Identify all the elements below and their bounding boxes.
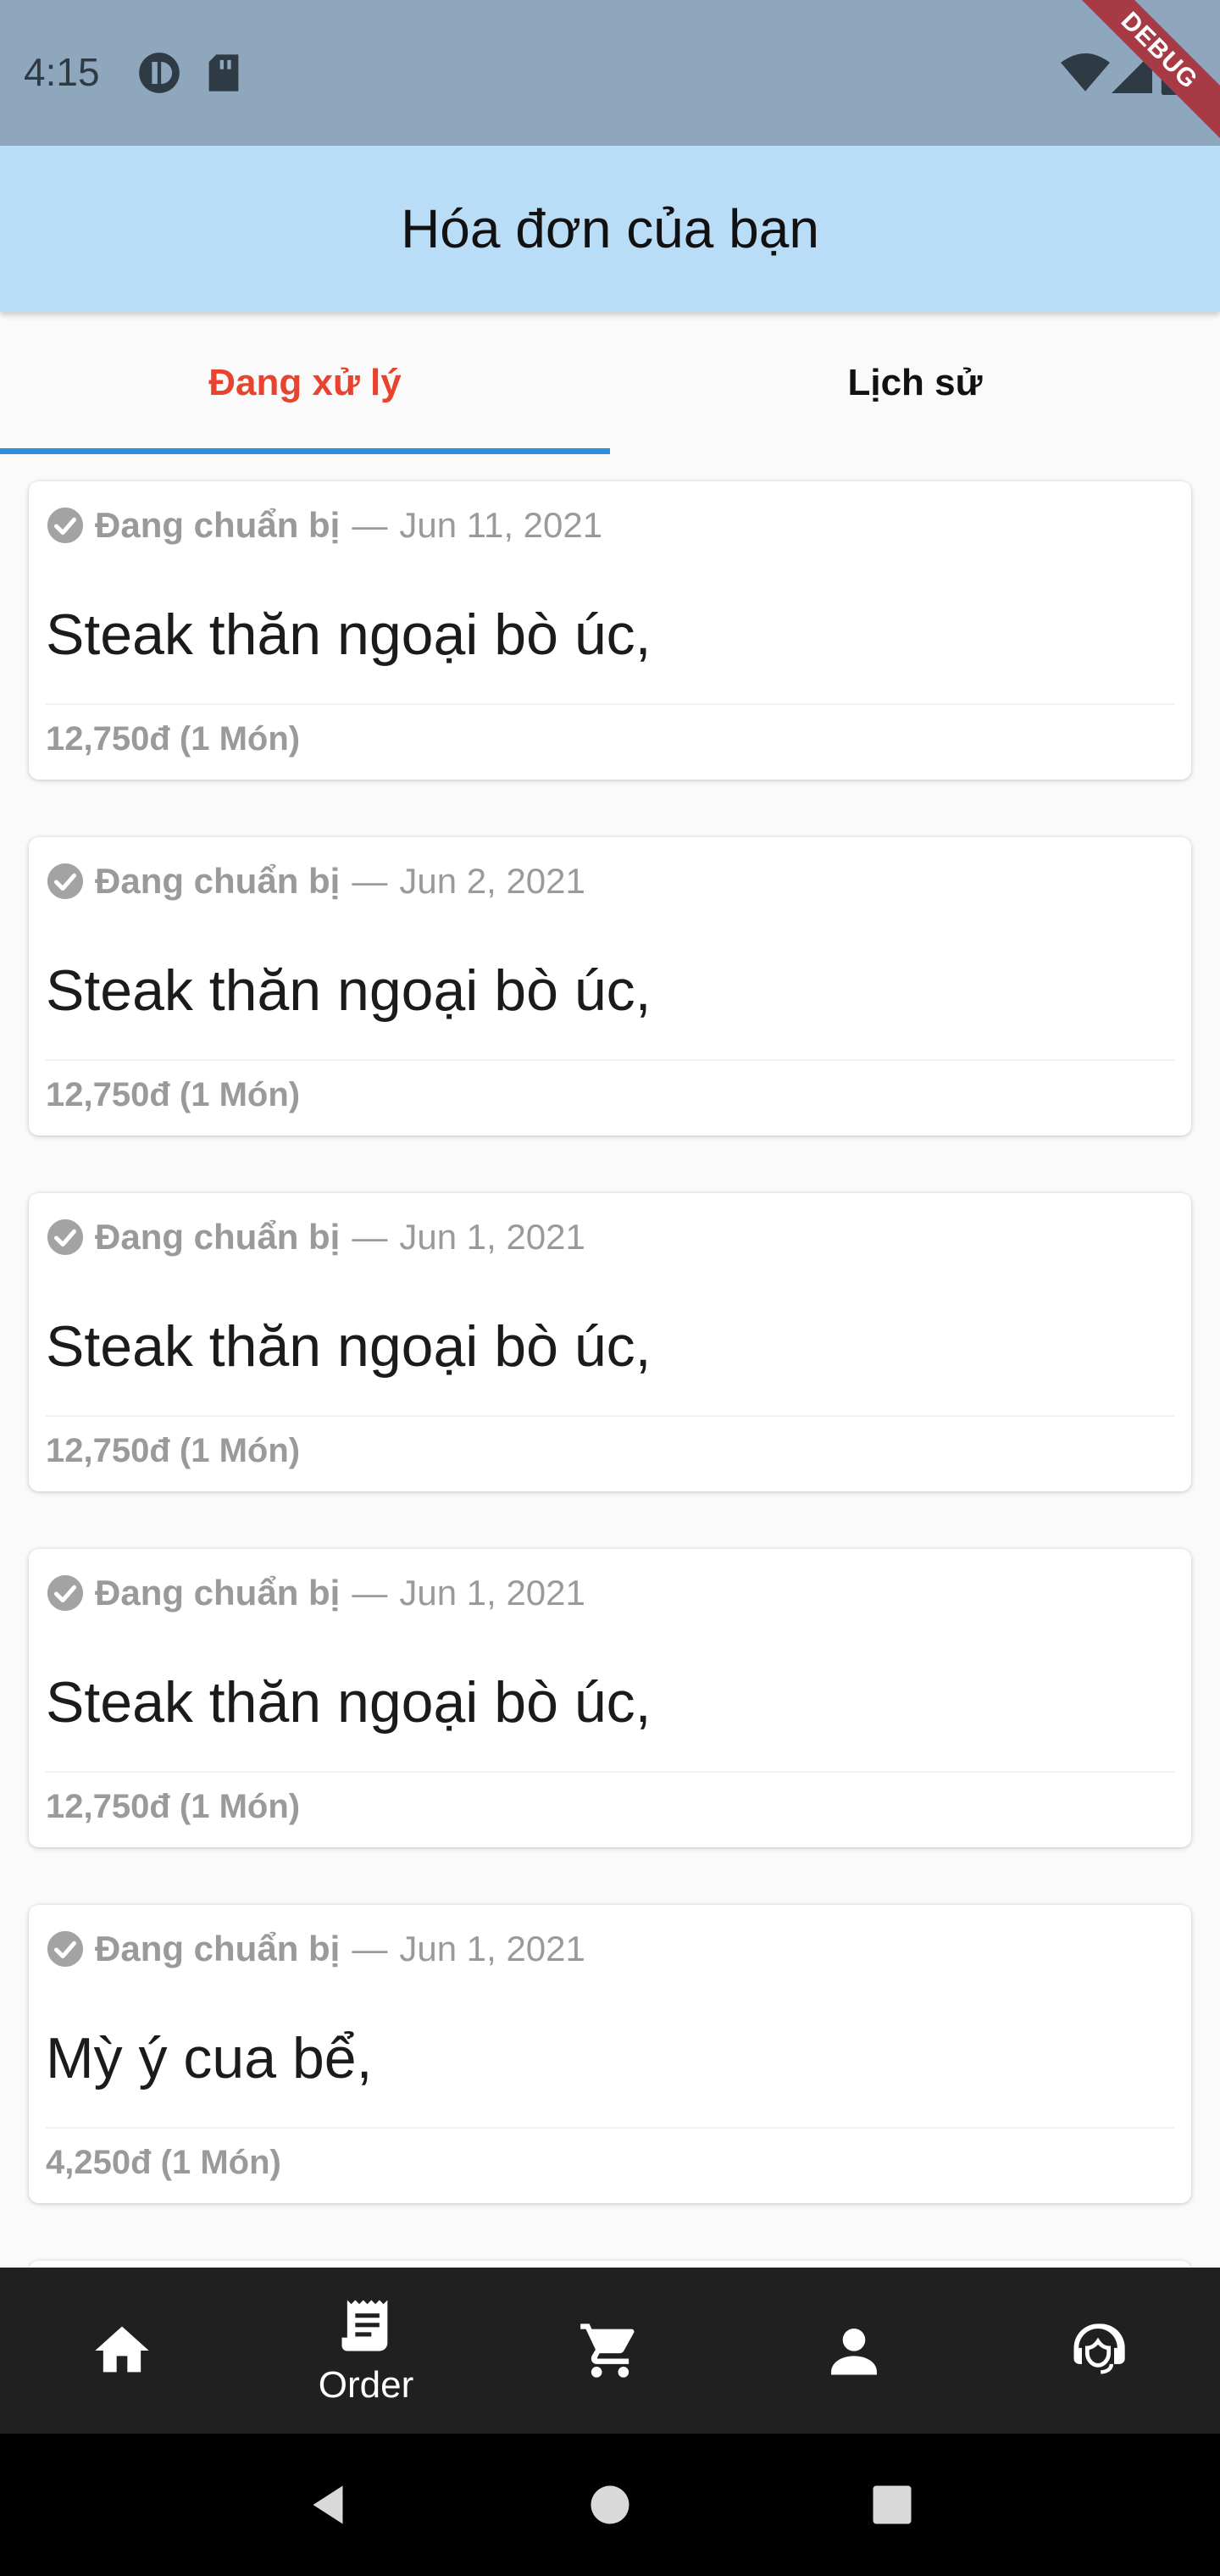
sd-card-icon xyxy=(208,54,239,92)
nav-order[interactable]: Order xyxy=(244,2268,488,2434)
order-header: Đang chuẩn bị — Jun 1, 2021 xyxy=(46,1573,585,1613)
system-nav-bar xyxy=(0,2434,1220,2576)
order-price: 12,750đ (1 Món) xyxy=(46,1076,301,1113)
nav-cart[interactable] xyxy=(488,2268,732,2434)
status-bar: 4:15 DEBUG xyxy=(0,0,1220,146)
order-date: Jun 1, 2021 xyxy=(399,1929,585,1968)
divider xyxy=(46,703,1174,705)
back-icon[interactable] xyxy=(302,2479,353,2530)
app-bar: Hóa đơn của bạn xyxy=(0,146,1220,312)
order-status: Đang chuẩn bị xyxy=(95,1929,341,1968)
order-header: Đang chuẩn bị — Jun 11, 2021 xyxy=(46,505,602,546)
order-item-name: Steak thăn ngoại bò úc, xyxy=(46,1314,652,1379)
tab-indicator xyxy=(0,448,610,454)
order-card[interactable]: Đang chuẩn bị — Jun 1, 2021 Mỳ ý cua bể,… xyxy=(29,1905,1191,2203)
order-date: Jun 11, 2021 xyxy=(399,505,603,545)
order-item-name: Steak thăn ngoại bò úc, xyxy=(46,602,652,667)
order-card[interactable]: Đang chuẩn bị — Jun 1, 2021 Steak thăn n… xyxy=(29,1549,1191,1847)
tab-label: Đang xử lý xyxy=(208,362,402,403)
order-price: 4,250đ (1 Món) xyxy=(46,2144,281,2181)
order-item-name: Steak thăn ngoại bò úc, xyxy=(46,958,652,1023)
check-circle-icon xyxy=(47,1574,84,1612)
divider xyxy=(46,1415,1174,1417)
order-list: Đang chuẩn bị — Jun 11, 2021 Steak thăn … xyxy=(29,481,1191,2576)
nav-home[interactable] xyxy=(0,2268,244,2434)
home-circle-icon[interactable] xyxy=(585,2479,635,2530)
divider xyxy=(46,2127,1174,2129)
order-separator: — xyxy=(352,1573,388,1613)
tab-history[interactable]: Lịch sử xyxy=(610,312,1220,454)
order-header: Đang chuẩn bị — Jun 1, 2021 xyxy=(46,1217,585,1257)
order-date: Jun 2, 2021 xyxy=(399,861,585,901)
nav-label: Order xyxy=(318,2364,414,2406)
home-icon xyxy=(95,2326,149,2373)
order-card[interactable]: Đang chuẩn bị — Jun 1, 2021 Steak thăn n… xyxy=(29,1193,1191,1491)
person-icon xyxy=(831,2329,877,2375)
order-status: Đang chuẩn bị xyxy=(95,1573,341,1613)
support-icon xyxy=(1073,2323,1125,2374)
order-price: 12,750đ (1 Món) xyxy=(46,1432,301,1469)
order-separator: — xyxy=(352,861,388,901)
order-separator: — xyxy=(352,505,388,545)
check-circle-icon xyxy=(47,1219,84,1256)
tab-bar: Đang xử lý Lịch sử xyxy=(0,312,1220,454)
divider xyxy=(46,1771,1174,1773)
order-separator: — xyxy=(352,1929,388,1968)
check-circle-icon xyxy=(47,507,84,544)
nav-support[interactable] xyxy=(976,2268,1220,2434)
check-circle-icon xyxy=(47,1930,84,1968)
status-time: 4:15 xyxy=(24,50,100,94)
order-card[interactable]: Đang chuẩn bị — Jun 2, 2021 Steak thăn n… xyxy=(29,837,1191,1135)
bottom-nav: Order xyxy=(0,2268,1220,2434)
order-header: Đang chuẩn bị — Jun 2, 2021 xyxy=(46,861,585,902)
order-icon xyxy=(341,2300,388,2351)
order-header: Đang chuẩn bị — Jun 1, 2021 xyxy=(46,1929,585,1969)
tab-label: Lịch sử xyxy=(847,362,983,403)
order-card[interactable]: Đang chuẩn bị — Jun 11, 2021 Steak thăn … xyxy=(29,481,1191,780)
order-date: Jun 1, 2021 xyxy=(399,1573,585,1613)
cart-icon xyxy=(580,2323,635,2378)
app-icon xyxy=(139,53,180,93)
order-separator: — xyxy=(352,1217,388,1257)
wifi-icon xyxy=(1061,53,1110,92)
order-status: Đang chuẩn bị xyxy=(95,505,341,545)
order-status: Đang chuẩn bị xyxy=(95,861,341,901)
divider xyxy=(46,1059,1174,1061)
tab-processing[interactable]: Đang xử lý xyxy=(0,312,610,454)
order-price: 12,750đ (1 Món) xyxy=(46,720,301,758)
recents-icon[interactable] xyxy=(867,2479,918,2530)
check-circle-icon xyxy=(47,863,84,900)
nav-profile[interactable] xyxy=(732,2268,976,2434)
page-title: Hóa đơn của bạn xyxy=(401,198,819,259)
order-price: 12,750đ (1 Món) xyxy=(46,1788,301,1825)
order-date: Jun 1, 2021 xyxy=(399,1217,585,1257)
order-status: Đang chuẩn bị xyxy=(95,1217,341,1257)
order-item-name: Mỳ ý cua bể, xyxy=(46,2026,373,2090)
order-item-name: Steak thăn ngoại bò úc, xyxy=(46,1670,652,1735)
